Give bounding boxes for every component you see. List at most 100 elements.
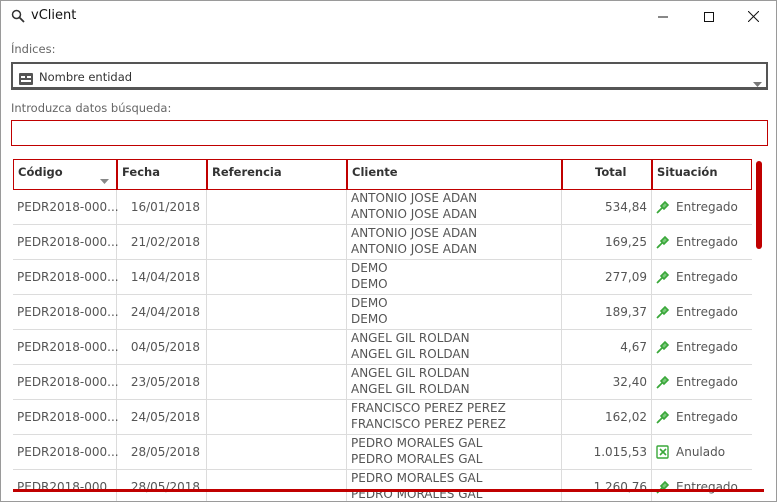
table-row[interactable]: PEDR2018-000... 28/05/2018 PEDRO MORALES G… — [13, 470, 752, 501]
cell-total: 277,09 — [562, 260, 652, 294]
cell-client: PEDRO MORALES GAL PEDRO MORALES GAL — [347, 470, 562, 501]
delivered-icon — [656, 270, 670, 284]
cell-status: Entregado — [652, 225, 752, 259]
index-combo-value: Nombre entidad — [39, 70, 133, 84]
index-combo[interactable]: Nombre entidad — [11, 62, 768, 90]
delivered-icon — [656, 235, 670, 249]
order-status: Entregado — [676, 270, 738, 284]
search-input[interactable] — [11, 120, 768, 146]
column-header-client[interactable]: Cliente — [347, 159, 562, 190]
cell-code: PEDR2018-000... — [13, 330, 119, 364]
client-name: DEMO — [351, 296, 388, 310]
cell-code: PEDR2018-000... — [13, 435, 119, 469]
table-row[interactable]: PEDR2018-000... 24/05/2018 FRANCISCO PEREZ… — [13, 400, 752, 435]
column-header-total[interactable]: Total — [562, 159, 652, 190]
column-header-ref[interactable]: Referencia — [207, 159, 347, 190]
minimize-button[interactable] — [640, 1, 686, 31]
client-name: ANGEL GIL ROLDAN — [351, 366, 470, 380]
order-code: PEDR2018-000... — [17, 235, 119, 249]
client-name: ANGEL GIL ROLDAN — [351, 331, 470, 345]
column-header-date[interactable]: Fecha — [117, 159, 207, 190]
table-row[interactable]: PEDR2018-000... 24/04/2018 DEMO DEMO 189,37 E… — [13, 295, 752, 330]
column-header-ref-label: Referencia — [212, 165, 282, 179]
maximize-button[interactable] — [686, 1, 732, 31]
order-total: 169,25 — [605, 235, 647, 249]
delivered-icon — [656, 410, 670, 424]
cell-date: 04/05/2018 — [117, 330, 207, 364]
table-row[interactable]: PEDR2018-000... 23/05/2018 ANGEL GIL ROLDA… — [13, 365, 752, 400]
delivered-icon — [656, 200, 670, 214]
chevron-down-icon[interactable] — [753, 73, 762, 92]
cell-client: ANTONIO JOSE ADAN ANTONIO JOSE ADAN — [347, 190, 562, 224]
sort-down-icon[interactable] — [100, 173, 109, 187]
column-header-status[interactable]: Situación — [652, 159, 752, 190]
client-name: FRANCISCO PEREZ PEREZ — [351, 401, 506, 415]
cell-status: Entregado — [652, 295, 752, 329]
delivered-icon — [656, 340, 670, 354]
cell-client: DEMO DEMO — [347, 295, 562, 329]
close-button[interactable] — [730, 1, 776, 31]
order-date: 28/05/2018 — [130, 445, 200, 459]
table-row[interactable]: PEDR2018-000... 21/02/2018 ANTONIO JOSE AD… — [13, 225, 752, 260]
client-name-secondary: FRANCISCO PEREZ PEREZ — [351, 417, 506, 431]
cell-total: 534,84 — [562, 190, 652, 224]
client-name-secondary: DEMO — [351, 277, 388, 291]
order-total: 162,02 — [605, 410, 647, 424]
cell-date: 23/05/2018 — [117, 365, 207, 399]
order-total: 189,37 — [605, 305, 647, 319]
cell-client: PEDRO MORALES GAL PEDRO MORALES GAL — [347, 435, 562, 469]
cell-ref — [207, 330, 347, 364]
minimize-icon — [658, 7, 668, 26]
column-header-date-label: Fecha — [122, 165, 160, 179]
order-code: PEDR2018-000... — [17, 270, 119, 284]
cell-code: PEDR2018-000... — [13, 365, 119, 399]
cell-code: PEDR2018-000... — [13, 190, 119, 224]
order-date: 24/05/2018 — [130, 410, 200, 424]
index-field-icon — [19, 70, 33, 85]
cell-date: 21/02/2018 — [117, 225, 207, 259]
cell-date: 24/04/2018 — [117, 295, 207, 329]
order-status: Entregado — [676, 305, 738, 319]
search-icon — [11, 8, 25, 23]
order-code: PEDR2018-000... — [17, 445, 119, 459]
table-row[interactable]: PEDR2018-000... 28/05/2018 PEDRO MORALES G… — [13, 435, 752, 470]
orders-grid: Código Fecha Referencia Cliente Total Si… — [13, 159, 752, 501]
search-label: Introduzca datos búsqueda: — [11, 101, 172, 115]
scrollbar-thumb[interactable] — [756, 161, 762, 249]
order-date: 04/05/2018 — [130, 340, 200, 354]
client-name-secondary: ANTONIO JOSE ADAN — [351, 207, 478, 221]
order-date: 21/02/2018 — [130, 235, 200, 249]
client-name-secondary: ANGEL GIL ROLDAN — [351, 347, 470, 361]
cell-ref — [207, 260, 347, 294]
client-name-secondary: PEDRO MORALES GAL — [351, 452, 483, 466]
delivered-icon — [656, 375, 670, 389]
cell-date: 14/04/2018 — [117, 260, 207, 294]
vclient-window: vClient Índices: Nombre entidad Introduz… — [0, 0, 777, 502]
cell-code: PEDR2018-000... — [13, 400, 119, 434]
client-name-secondary: DEMO — [351, 312, 388, 326]
client-name: PEDRO MORALES GAL — [351, 436, 483, 450]
cell-total: 1.015,53 — [562, 435, 652, 469]
cell-ref — [207, 190, 347, 224]
column-header-code[interactable]: Código — [13, 159, 117, 190]
order-status: Entregado — [676, 235, 738, 249]
cell-client: DEMO DEMO — [347, 260, 562, 294]
cell-status: Anulado — [652, 435, 752, 469]
cell-client: ANGEL GIL ROLDAN ANGEL GIL ROLDAN — [347, 330, 562, 364]
table-row[interactable]: PEDR2018-000... 04/05/2018 ANGEL GIL ROLDA… — [13, 330, 752, 365]
order-total: 32,40 — [612, 375, 647, 389]
client-name: ANTONIO JOSE ADAN — [351, 226, 478, 240]
order-total: 1.015,53 — [593, 445, 647, 459]
order-status: Entregado — [676, 340, 738, 354]
order-code: PEDR2018-000... — [17, 305, 119, 319]
order-status: Entregado — [676, 375, 738, 389]
title-bar[interactable]: vClient — [1, 1, 776, 31]
order-date: 16/01/2018 — [130, 200, 200, 214]
column-header-client-label: Cliente — [352, 165, 398, 179]
table-row[interactable]: PEDR2018-000... 16/01/2018 ANTONIO JOSE AD… — [13, 190, 752, 225]
cell-status: Entregado — [652, 190, 752, 224]
cell-total: 4,67 — [562, 330, 652, 364]
table-row[interactable]: PEDR2018-000... 14/04/2018 DEMO DEMO 277,09 E… — [13, 260, 752, 295]
cell-status: Entregado — [652, 260, 752, 294]
cell-code: PEDR2018-000... — [13, 470, 119, 501]
